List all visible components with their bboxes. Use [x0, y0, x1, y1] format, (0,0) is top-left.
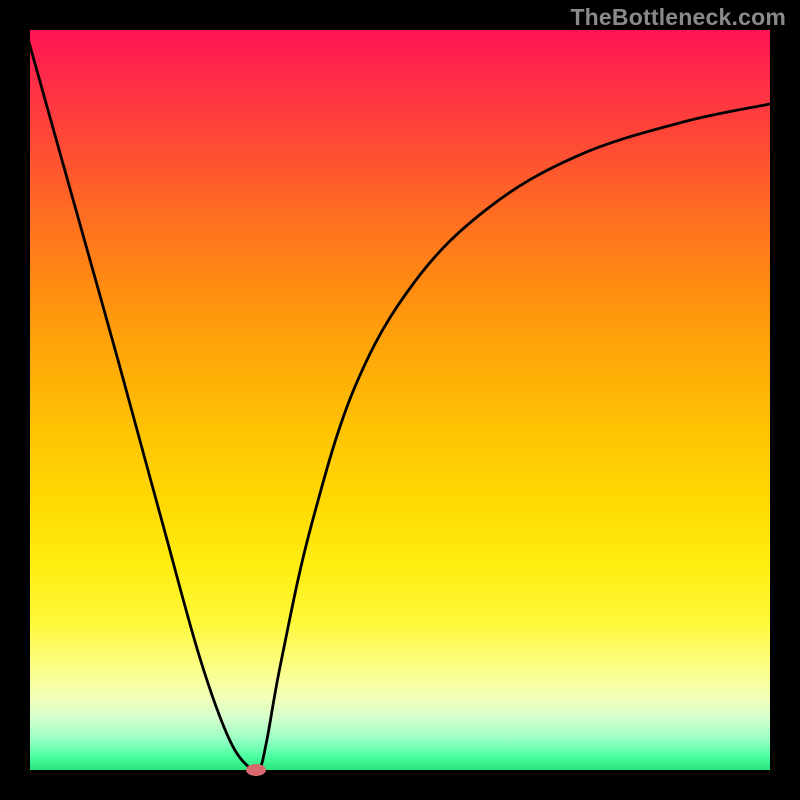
minimum-marker — [246, 764, 266, 776]
bottleneck-curve-path — [30, 30, 770, 770]
plot-area — [30, 30, 770, 770]
chart-container: TheBottleneck.com — [0, 0, 800, 800]
curve-svg — [30, 30, 770, 770]
watermark-label: TheBottleneck.com — [570, 4, 786, 31]
